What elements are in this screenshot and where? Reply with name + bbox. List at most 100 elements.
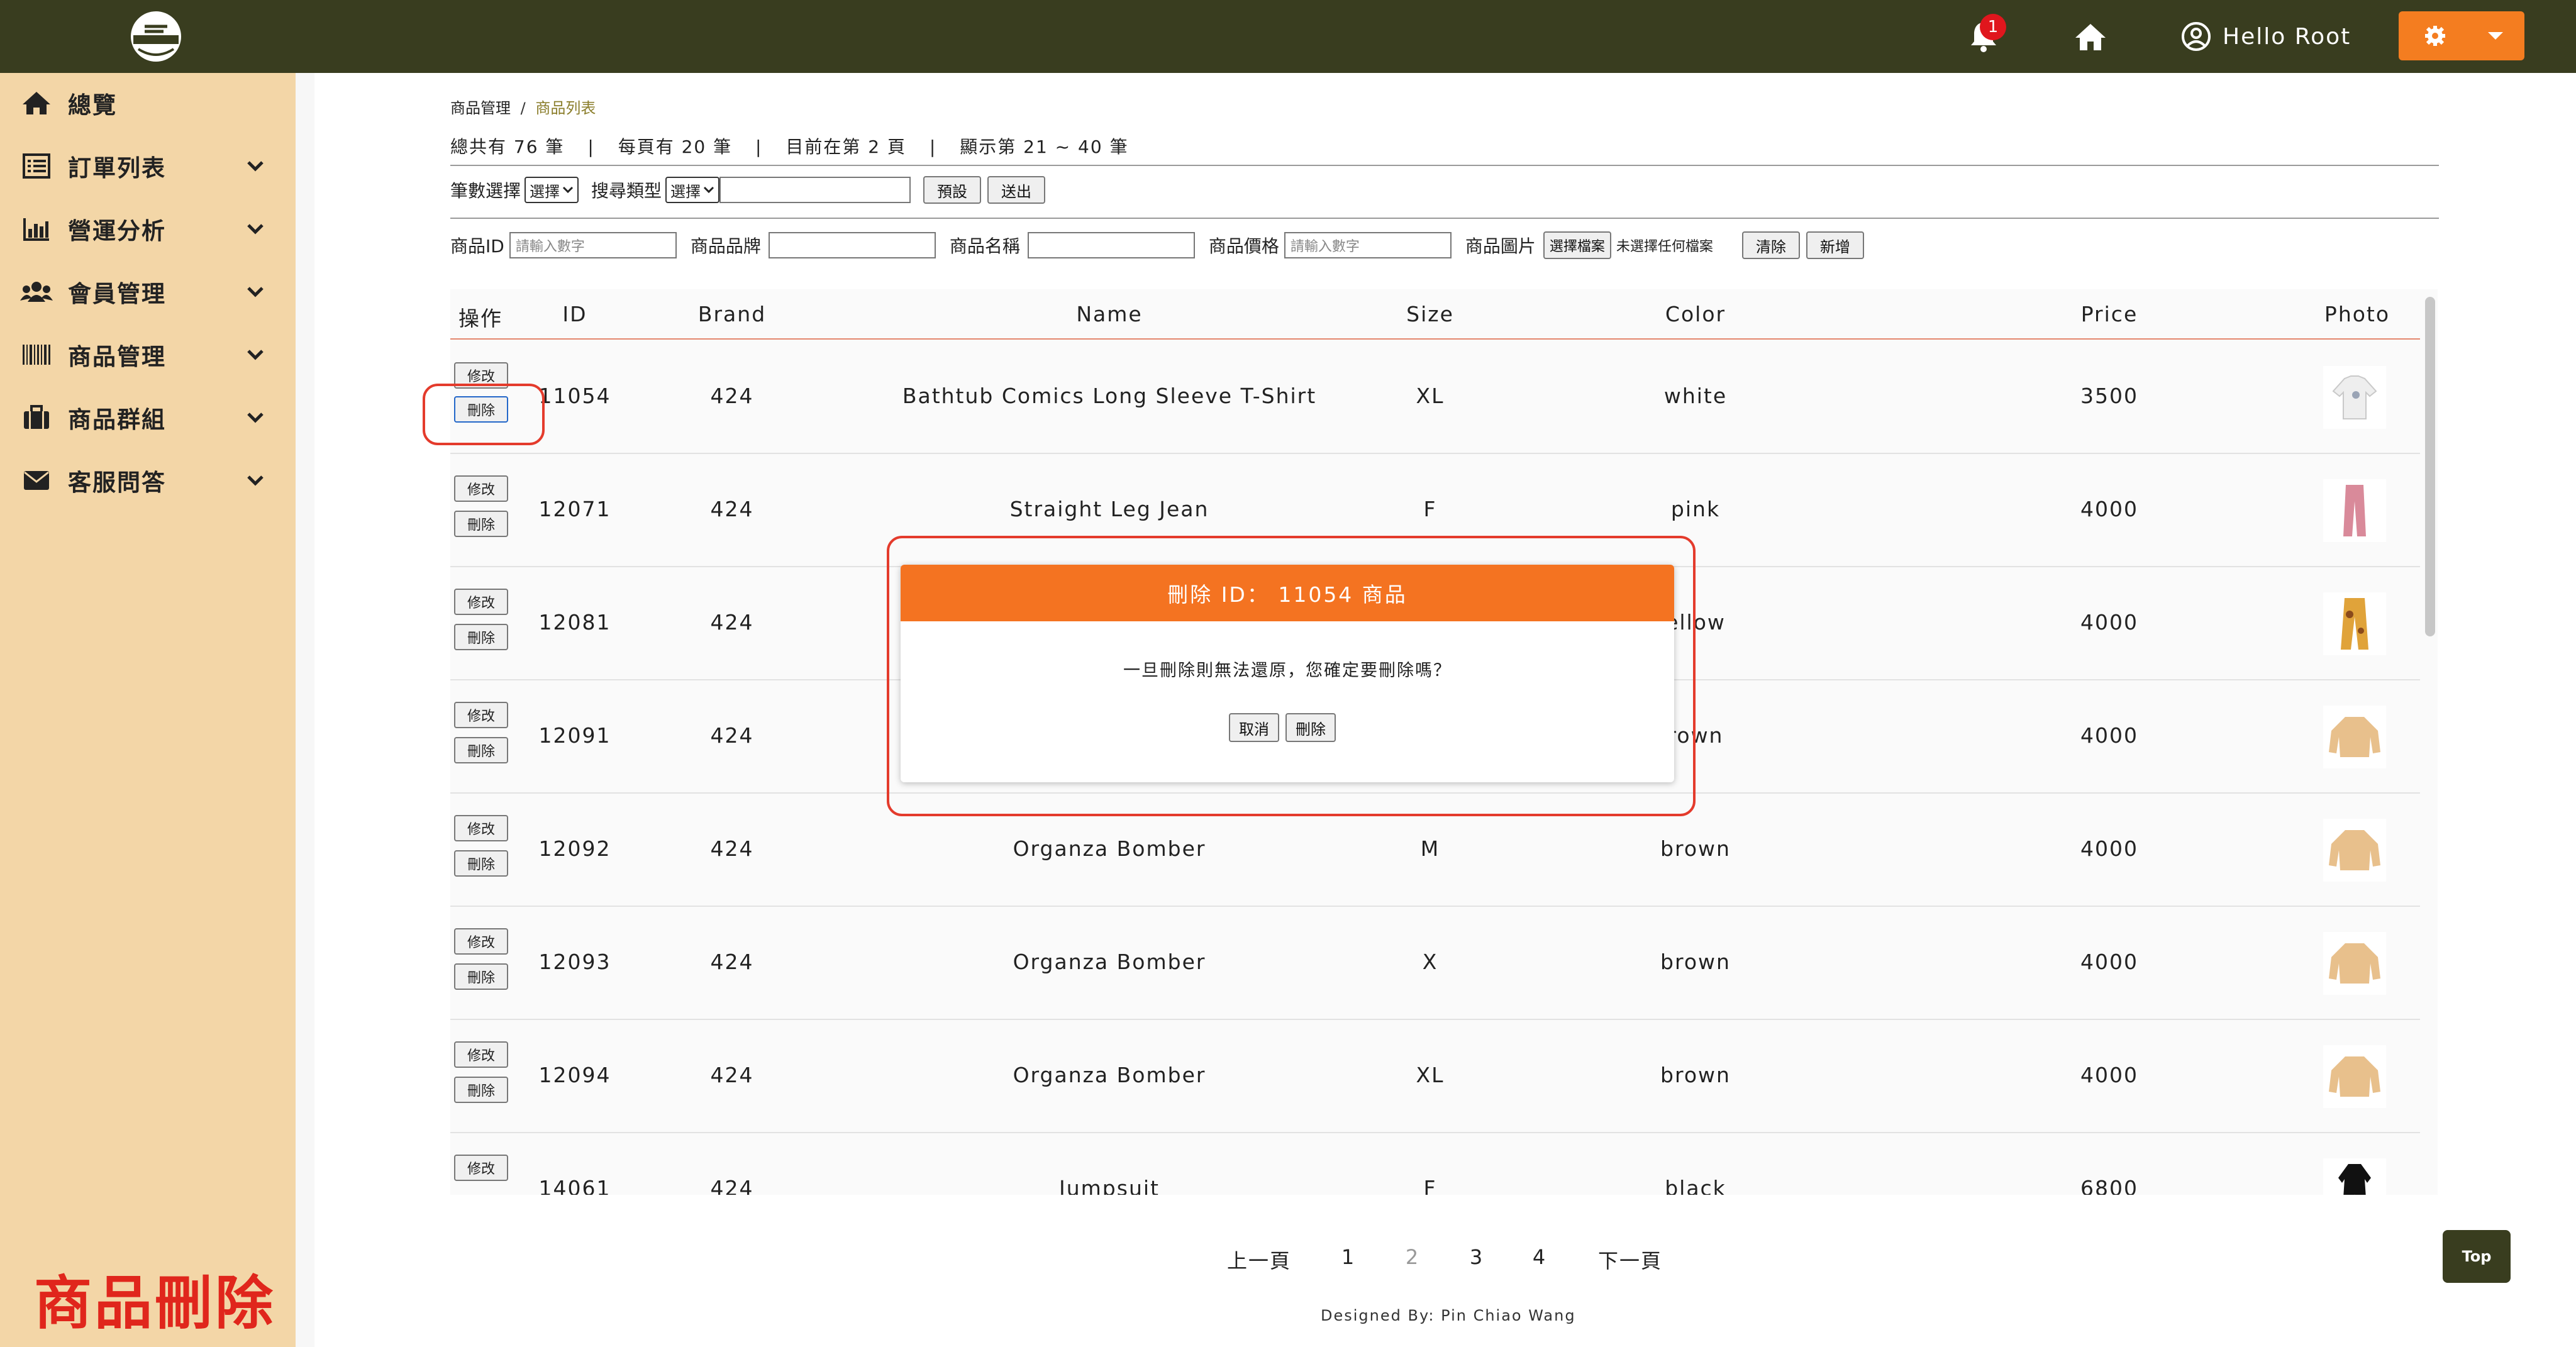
clear-button[interactable]: 清除 — [1741, 231, 1800, 259]
cell-price: 4000 — [2080, 836, 2138, 861]
delete-button[interactable]: 刪除 — [454, 963, 508, 990]
user-menu[interactable]: Hello Root — [2181, 0, 2351, 73]
breadcrumb-separator: / — [520, 99, 526, 117]
edit-button[interactable]: 修改 — [454, 1041, 508, 1068]
pagination-prev[interactable]: 上一頁 — [1227, 1245, 1291, 1274]
cell-color: white — [1663, 384, 1728, 408]
sidebar-item-orders[interactable]: 訂單列表 — [0, 141, 296, 191]
search-type-select[interactable]: 選擇 — [665, 177, 720, 203]
sidebar-item-overview[interactable]: 總覽 — [0, 78, 296, 128]
product-photo[interactable] — [2323, 1158, 2386, 1195]
breadcrumb-parent[interactable]: 商品管理 — [450, 99, 511, 117]
delete-button[interactable]: 刪除 — [454, 850, 508, 877]
cell-size: F — [1423, 497, 1437, 521]
search-type-select-value: 選擇 — [670, 182, 701, 201]
table-scrollbar[interactable] — [2425, 297, 2435, 636]
chevron-down-icon — [247, 161, 264, 172]
edit-button[interactable]: 修改 — [454, 702, 508, 728]
table-row: 修改 刪除 11054 424 Bathtub Comics Long Slee… — [450, 341, 2420, 454]
cancel-button[interactable]: 取消 — [1229, 713, 1279, 742]
modal-actions: 取消 刪除 — [1229, 713, 1336, 742]
shirt-thumbnail — [2332, 375, 2377, 419]
confirm-delete-button[interactable]: 刪除 — [1285, 713, 1336, 742]
cell-color: brown — [1660, 1063, 1731, 1087]
users-icon — [20, 278, 53, 306]
default-button[interactable]: 預設 — [923, 176, 982, 204]
edit-button[interactable]: 修改 — [454, 815, 508, 841]
gear-icon — [2425, 26, 2445, 46]
cell-brand: 424 — [710, 836, 754, 861]
add-product-row: 商品ID 請輸入數字 商品品牌 商品名稱 商品價格 請輸入數字 商品圖片 選擇檔… — [450, 231, 1864, 259]
product-name-label: 商品名稱 — [949, 236, 1020, 257]
count-select-label: 筆數選擇 — [450, 180, 521, 201]
product-photo[interactable] — [2323, 366, 2386, 429]
pagination-page[interactable]: 3 — [1470, 1245, 1484, 1269]
footer-credit: Designed By: Pin Chiao Wang — [1321, 1307, 1576, 1324]
home-icon[interactable] — [2073, 0, 2108, 73]
record-stats: 總共有 76 筆 | 每頁有 20 筆 | 目前在第 2 頁 | 顯示第 21 … — [450, 133, 1129, 158]
product-photo[interactable] — [2323, 819, 2386, 882]
product-photo[interactable] — [2323, 479, 2386, 542]
sidebar-item-label: 商品群組 — [68, 406, 166, 433]
cell-id: 12091 — [538, 723, 611, 748]
edit-button[interactable]: 修改 — [454, 928, 508, 955]
edit-button[interactable]: 修改 — [454, 475, 508, 502]
header-op: 操作 — [458, 306, 502, 331]
delete-button[interactable]: 刪除 — [454, 1077, 508, 1103]
cell-id: 12071 — [538, 497, 611, 521]
sidebar-item-products[interactable]: 商品管理 — [0, 330, 296, 380]
product-name-input[interactable] — [1027, 232, 1195, 258]
header-brand: Brand — [697, 302, 767, 326]
sidebar-item-label: 訂單列表 — [68, 155, 166, 182]
filter-row: 筆數選擇 選擇 搜尋類型 選擇 預設 送出 — [450, 176, 1046, 204]
sidebar-item-product-groups[interactable]: 商品群組 — [0, 392, 296, 443]
submit-button[interactable]: 送出 — [987, 176, 1046, 204]
cell-color: pink — [1670, 497, 1721, 521]
modal-message: 一旦刪除則無法還原，您確定要刪除嗎？ — [1123, 661, 1452, 680]
briefcase-icon — [20, 404, 53, 431]
count-select[interactable]: 選擇 — [525, 177, 579, 203]
cell-size: M — [1420, 836, 1440, 861]
pagination-page[interactable]: 1 — [1341, 1245, 1355, 1269]
add-button[interactable]: 新增 — [1806, 231, 1864, 259]
cool-logo[interactable] — [126, 8, 186, 65]
home-icon — [20, 89, 53, 117]
stat-divider: | — [587, 136, 595, 157]
table-header: 操作 ID Brand Name Size Color Price Photo — [450, 289, 2420, 340]
header-color: Color — [1665, 302, 1726, 326]
choose-file-button[interactable]: 選擇檔案 — [1543, 231, 1611, 259]
sidebar-item-members[interactable]: 會員管理 — [0, 267, 296, 317]
delete-button[interactable]: 刪除 — [454, 511, 508, 537]
product-photo[interactable] — [2323, 932, 2386, 995]
delete-button[interactable]: 刪除 — [454, 624, 508, 650]
page-caption: 商品刪除 — [34, 1270, 276, 1337]
cell-brand: 424 — [710, 950, 754, 974]
user-circle-icon — [2182, 22, 2211, 51]
breadcrumb-current[interactable]: 商品列表 — [535, 99, 596, 117]
pagination-page-active[interactable]: 2 — [1406, 1245, 1419, 1269]
product-id-input[interactable]: 請輸入數字 — [509, 232, 677, 258]
list-icon — [20, 152, 53, 180]
product-brand-input[interactable] — [768, 232, 936, 258]
back-to-top-button[interactable]: Top — [2443, 1230, 2511, 1283]
product-price-input[interactable]: 請輸入數字 — [1284, 232, 1452, 258]
sidebar-item-analytics[interactable]: 營運分析 — [0, 204, 296, 254]
edit-button[interactable]: 修改 — [454, 1155, 508, 1181]
notification-badge: 1 — [1980, 14, 2006, 40]
jeans-thumbnail — [2343, 485, 2366, 536]
settings-dropdown-button[interactable] — [2399, 11, 2524, 60]
cell-price: 4000 — [2080, 950, 2138, 974]
search-input[interactable] — [719, 177, 911, 203]
delete-button[interactable]: 刪除 — [454, 737, 508, 763]
pagination-next[interactable]: 下一頁 — [1598, 1245, 1662, 1274]
cell-color: brown — [1660, 836, 1731, 861]
sidebar-item-support[interactable]: 客服問答 — [0, 455, 296, 506]
jacket-thumbnail — [2329, 830, 2380, 870]
product-photo[interactable] — [2323, 1045, 2386, 1108]
jacket-thumbnail — [2329, 943, 2380, 984]
chevron-down-icon — [247, 224, 264, 235]
pagination-page[interactable]: 4 — [1533, 1245, 1546, 1269]
product-photo[interactable] — [2323, 706, 2386, 768]
product-photo[interactable] — [2323, 592, 2386, 655]
edit-button[interactable]: 修改 — [454, 589, 508, 615]
